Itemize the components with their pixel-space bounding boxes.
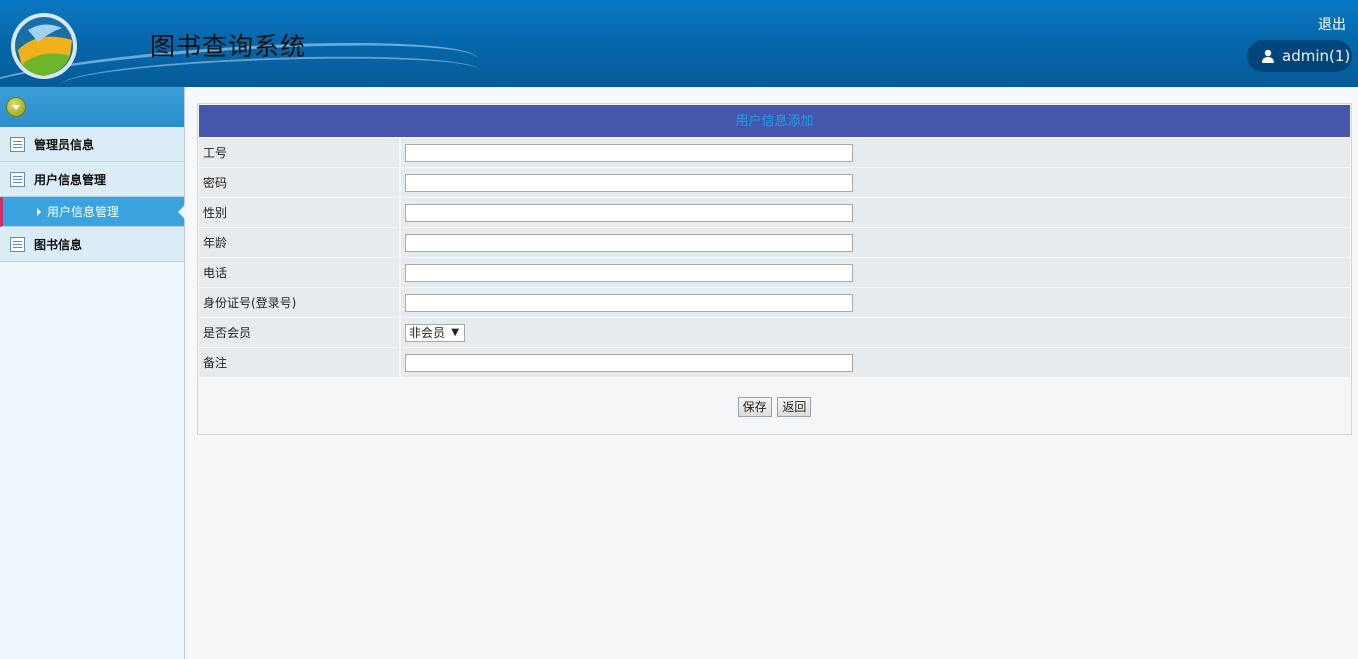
age-input[interactable] — [405, 233, 853, 252]
dropdown-arrow-icon: ▼ — [451, 326, 459, 338]
field-label: 是否会员 — [199, 318, 401, 347]
header-banner: 图书查询系统 退出 admin(1) — [0, 0, 1358, 87]
list-icon — [10, 171, 25, 187]
globe-logo-icon — [11, 13, 77, 79]
form-row: 是否会员 非会员 ▼ — [199, 318, 1350, 348]
sidebar-item-label: 用户信息管理 — [34, 172, 107, 187]
form-row: 工号 — [199, 138, 1350, 168]
collapse-toggle-icon[interactable] — [6, 97, 26, 117]
list-icon — [10, 236, 25, 252]
field-label: 密码 — [199, 168, 401, 197]
sidebar-item-admin-info[interactable]: 管理员信息 — [0, 127, 184, 162]
user-icon — [1262, 49, 1274, 63]
form-row: 密码 — [199, 168, 1350, 198]
id-card-input[interactable] — [405, 293, 853, 312]
sidebar-header — [0, 87, 184, 127]
form-row: 身份证号(登录号) — [199, 288, 1350, 318]
field-label: 性别 — [199, 198, 401, 227]
form-actions: 保存 返回 — [198, 378, 1351, 417]
field-label: 年龄 — [199, 228, 401, 257]
member-select-value: 非会员 — [409, 325, 446, 340]
caret-right-icon — [37, 207, 41, 216]
field-label: 工号 — [199, 138, 401, 167]
username-label: admin(1) — [1282, 47, 1351, 65]
sidebar-item-book-info[interactable]: 图书信息 — [0, 227, 184, 262]
save-button[interactable]: 保存 — [737, 397, 772, 417]
sidebar-item-user-management[interactable]: 用户信息管理 — [0, 162, 184, 197]
form-row: 备注 — [199, 348, 1350, 378]
gender-input[interactable] — [405, 203, 853, 222]
logout-link[interactable]: 退出 — [1318, 14, 1346, 34]
employee-id-input[interactable] — [405, 143, 853, 162]
user-badge[interactable]: admin(1) — [1247, 40, 1352, 72]
form-row: 年龄 — [199, 228, 1350, 258]
form-title: 用户信息添加 — [199, 105, 1350, 137]
member-select[interactable]: 非会员 ▼ — [405, 323, 465, 342]
password-input[interactable] — [405, 173, 853, 192]
phone-input[interactable] — [405, 263, 853, 282]
form-row: 电话 — [199, 258, 1350, 288]
list-icon — [10, 136, 25, 152]
user-add-form: 用户信息添加 工号 密码 性别 年龄 电话 身份证号(登录号) 是否会员 非会员… — [197, 103, 1352, 435]
sidebar-subitem-label: 用户信息管理 — [47, 205, 120, 219]
site-title: 图书查询系统 — [150, 32, 307, 61]
field-label: 电话 — [199, 258, 401, 287]
field-label: 身份证号(登录号) — [199, 288, 401, 317]
remarks-input[interactable] — [405, 353, 853, 372]
sidebar-item-label: 图书信息 — [34, 237, 83, 252]
back-button[interactable]: 返回 — [777, 397, 812, 417]
sidebar-subitem-user-management[interactable]: 用户信息管理 — [0, 197, 185, 227]
form-row: 性别 — [199, 198, 1350, 228]
active-indicator — [178, 205, 185, 219]
sidebar-item-label: 管理员信息 — [34, 137, 95, 152]
field-label: 备注 — [199, 348, 401, 377]
sidebar: 管理员信息 用户信息管理 用户信息管理 图书信息 — [0, 87, 185, 659]
